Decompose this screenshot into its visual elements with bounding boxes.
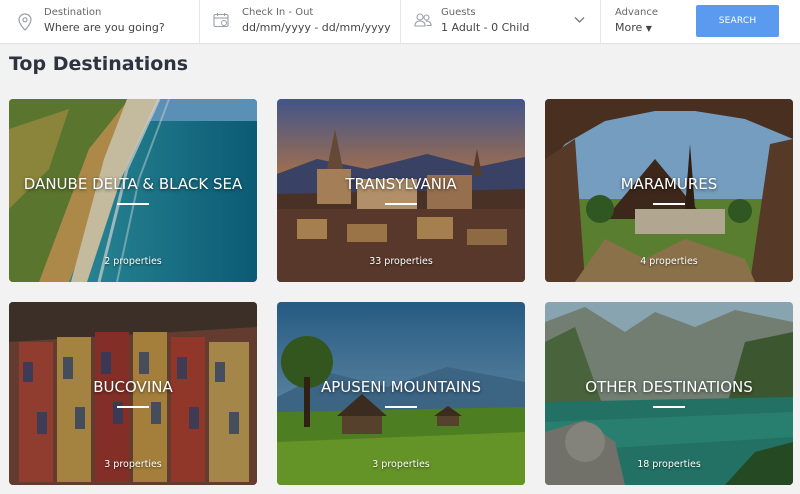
property-count: 3 properties [104, 459, 162, 470]
advance-options[interactable]: Advance More ▼ [601, 0, 687, 44]
advance-label: Advance [615, 7, 659, 18]
title-underline [117, 406, 149, 408]
more-label: More [615, 21, 643, 34]
destination-label: Destination [44, 7, 102, 18]
title-underline [385, 203, 417, 205]
destination-name: OTHER DESTINATIONS [585, 378, 753, 396]
destination-field[interactable]: Destination Where are you going? [0, 0, 200, 44]
destination-card-danube-delta[interactable]: DANUBE DELTA & BLACK SEA 2 properties [9, 99, 257, 282]
date-range-field[interactable]: Check In - Out dd/mm/yyyy - dd/mm/yyyy [200, 0, 401, 44]
destination-card-transylvania[interactable]: TRANSYLVANIA 33 properties [277, 99, 525, 282]
property-count: 3 properties [372, 459, 430, 470]
property-count: 4 properties [640, 256, 698, 267]
calendar-icon [213, 13, 229, 28]
dates-input[interactable]: dd/mm/yyyy - dd/mm/yyyy [242, 21, 391, 34]
title-underline [653, 203, 685, 205]
search-bar: Destination Where are you going? Check I… [0, 0, 800, 44]
map-pin-icon [18, 13, 32, 31]
guests-label: Guests [441, 7, 476, 18]
caret-down-icon: ▼ [645, 24, 652, 33]
destination-input[interactable]: Where are you going? [44, 21, 165, 34]
chevron-down-icon[interactable] [574, 16, 585, 24]
destination-name: TRANSYLVANIA [345, 175, 457, 193]
search-button[interactable]: SEARCH [696, 5, 779, 37]
destination-name: DANUBE DELTA & BLACK SEA [23, 175, 243, 193]
destination-name: BUCOVINA [93, 378, 173, 396]
section-title: Top Destinations [9, 53, 189, 75]
more-dropdown[interactable]: More ▼ [615, 21, 652, 34]
dates-label: Check In - Out [242, 7, 314, 18]
destination-card-other-destinations[interactable]: OTHER DESTINATIONS 18 properties [545, 302, 793, 485]
users-icon [414, 13, 432, 27]
title-underline [653, 406, 685, 408]
guests-value[interactable]: 1 Adult - 0 Child [441, 21, 529, 34]
title-underline [385, 406, 417, 408]
destination-card-apuseni-mountains[interactable]: APUSENI MOUNTAINS 3 properties [277, 302, 525, 485]
destination-card-maramures[interactable]: MARAMURES 4 properties [545, 99, 793, 282]
destination-name: MARAMURES [620, 175, 718, 193]
property-count: 33 properties [369, 256, 433, 267]
property-count: 2 properties [104, 256, 162, 267]
property-count: 18 properties [637, 459, 701, 470]
destination-card-bucovina[interactable]: BUCOVINA 3 properties [9, 302, 257, 485]
guests-field[interactable]: Guests 1 Adult - 0 Child [401, 0, 601, 44]
destination-name: APUSENI MOUNTAINS [320, 378, 482, 396]
title-underline [117, 203, 149, 205]
